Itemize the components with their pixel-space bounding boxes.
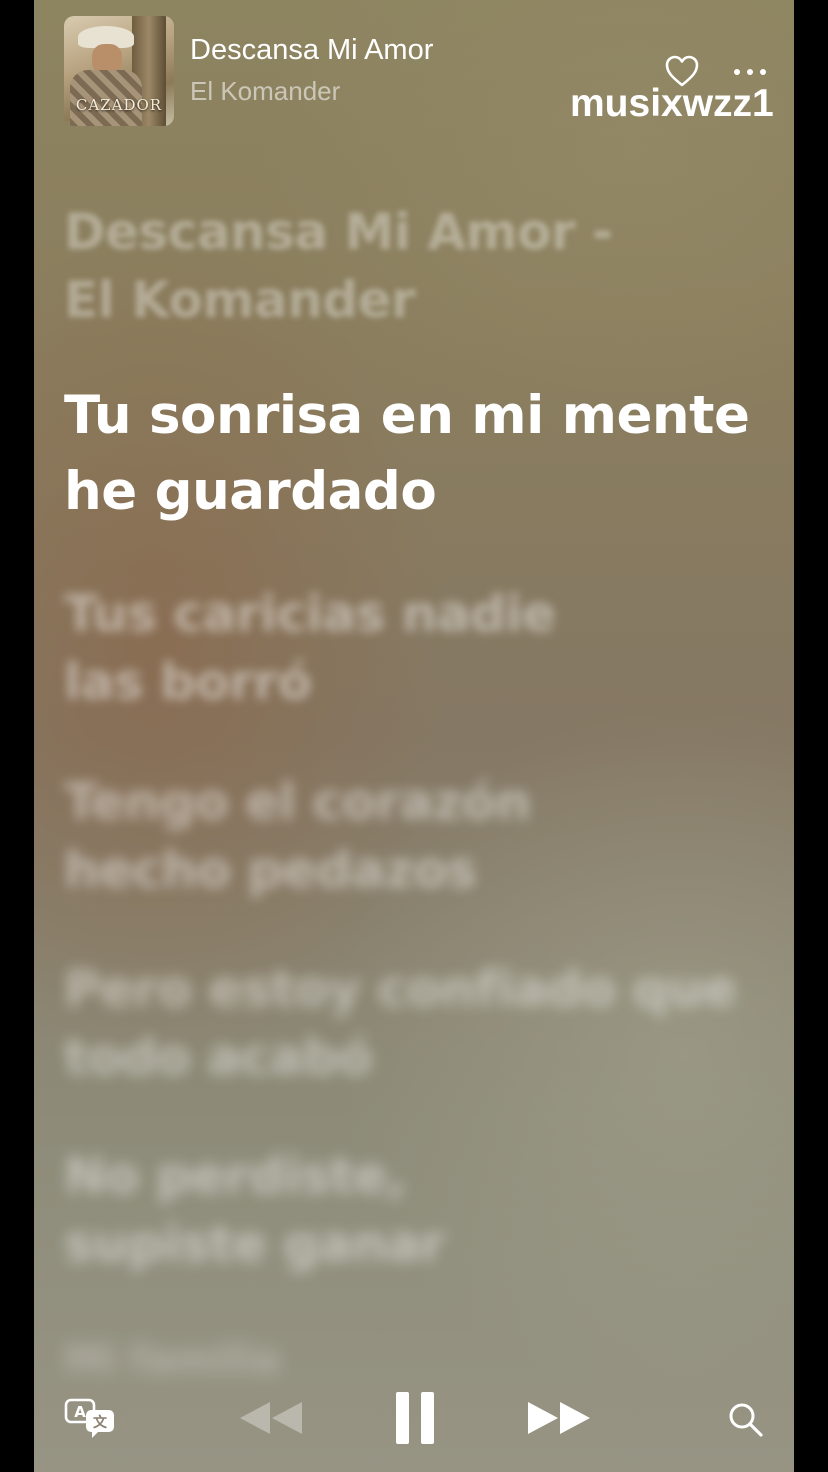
lyrics-screen: CAZADOR Descansa Mi Amor El Komander mus… [34,0,794,1472]
lyric-line[interactable]: Pero estoy confiado que todo acabó [64,955,764,1091]
song-artist[interactable]: El Komander [190,76,340,107]
lyric-line[interactable]: Mi familia [64,1326,764,1394]
lyric-line[interactable]: No perdiste, supiste ganar [64,1142,764,1278]
lyric-current-line[interactable]: Tu sonrisa en mi mente he guardado [64,378,764,530]
pause-icon [396,1392,434,1444]
fast-forward-button[interactable] [524,1396,594,1440]
svg-text:文: 文 [93,1414,108,1431]
pause-button[interactable] [390,1390,440,1446]
lyric-line[interactable]: Tus caricias nadie las borró [64,580,764,716]
search-icon [729,1403,763,1437]
lyric-heading[interactable]: Descansa Mi Amor - El Komander [64,198,764,334]
search-button[interactable] [726,1400,766,1440]
rewind-icon [240,1402,302,1434]
song-title[interactable]: Descansa Mi Amor [190,34,433,67]
translate-icon: A 文 [64,1398,114,1438]
watermark: musixwzz1 [570,82,774,125]
album-art-title: CAZADOR [75,96,163,114]
translate-button[interactable]: A 文 [64,1396,120,1440]
album-art[interactable]: CAZADOR [64,16,174,126]
rewind-button[interactable] [236,1396,306,1440]
fast-forward-icon [528,1402,590,1434]
lyric-line[interactable]: Tengo el corazón hecho pedazos [64,768,764,904]
device-frame: CAZADOR Descansa Mi Amor El Komander mus… [0,0,828,1472]
svg-text:A: A [74,1403,86,1421]
